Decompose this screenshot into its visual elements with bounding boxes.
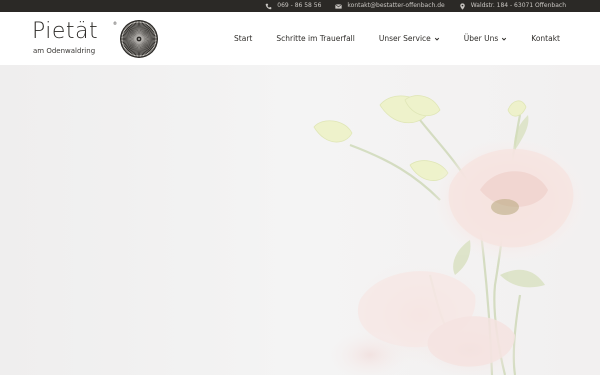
- address-link[interactable]: Waldstr. 184 - 63071 Offenbach: [459, 0, 566, 12]
- phone-number: 069 - 86 58 56: [277, 2, 322, 9]
- nav-item-label: Unser Service: [378, 34, 431, 43]
- site-logo[interactable]: Pietät ® am Odenwaldring: [32, 19, 162, 59]
- nav-item-start[interactable]: Start: [234, 34, 252, 43]
- nav-item-label: Start: [234, 34, 253, 43]
- logo-subtitle: am Odenwaldring: [33, 47, 96, 55]
- email-address: kontakt@bestatter-offenbach.de: [347, 2, 445, 9]
- nav-item-label: Kontakt: [531, 34, 560, 43]
- logo-wordmark: Pietät: [32, 19, 99, 44]
- nav-item-label: Über Uns: [463, 34, 499, 43]
- nav-item-kontakt[interactable]: Kontakt: [531, 34, 560, 43]
- logo-registered-mark: ®: [113, 21, 117, 26]
- street-address: Waldstr. 184 - 63071 Offenbach: [470, 2, 566, 9]
- nav-item-ueber-uns[interactable]: Über Uns: [464, 34, 507, 43]
- map-marker-icon: [459, 2, 466, 10]
- hero-image: [0, 65, 600, 375]
- nav-item-label: Schritte im Trauerfall: [276, 34, 355, 43]
- phone-icon: [265, 3, 272, 10]
- dandelion-emblem-icon: [120, 20, 158, 58]
- flowers-illustration: [0, 65, 600, 375]
- chevron-down-icon: [434, 36, 440, 42]
- phone-link[interactable]: 069 - 86 58 56: [265, 0, 321, 12]
- top-contact-bar: 069 - 86 58 56 kontakt@bestatter-offenba…: [0, 0, 600, 12]
- email-link[interactable]: kontakt@bestatter-offenbach.de: [335, 0, 445, 12]
- chevron-down-icon: [501, 36, 507, 42]
- main-navigation: Start Schritte im Trauerfall Unser Servi…: [210, 12, 560, 65]
- envelope-icon: [335, 3, 343, 10]
- nav-item-unser-service[interactable]: Unser Service: [379, 34, 440, 43]
- nav-item-schritte-im-trauerfall[interactable]: Schritte im Trauerfall: [276, 34, 354, 43]
